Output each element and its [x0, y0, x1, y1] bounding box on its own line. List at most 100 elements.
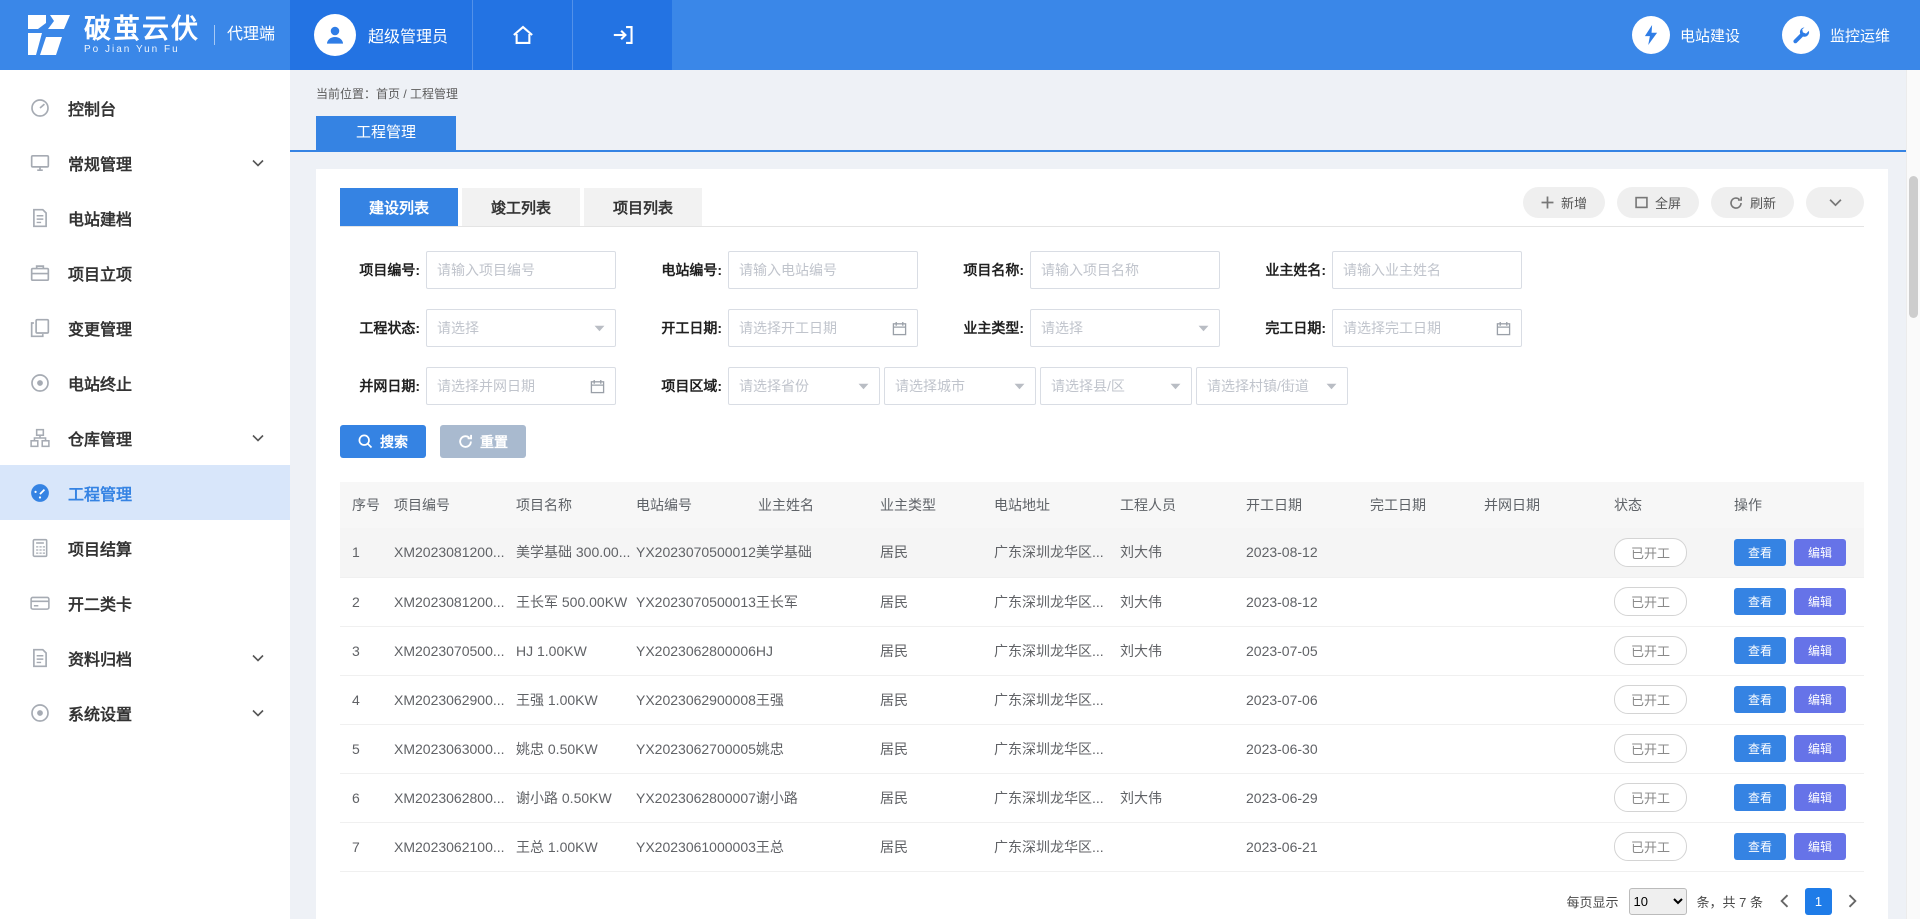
filter-town-select[interactable]: 请选择村镇/街道: [1196, 367, 1348, 405]
col-project-no: 项目编号: [382, 482, 504, 528]
cell-address: 广东深圳龙华区...: [982, 528, 1108, 577]
cell-finish-date: [1358, 675, 1472, 724]
sidebar-item-open-card[interactable]: 开二类卡: [0, 575, 290, 630]
cell-actions: 查看编辑: [1722, 724, 1864, 773]
fullscreen-button[interactable]: 全屏: [1617, 187, 1699, 218]
tab-completed-list[interactable]: 竣工列表: [462, 188, 580, 226]
view-button[interactable]: 查看: [1734, 539, 1786, 566]
scrollbar[interactable]: [1906, 70, 1920, 919]
cell-project-name: 姚忠 0.50KW: [504, 724, 624, 773]
cell-status: 已开工: [1602, 528, 1722, 577]
briefcase-icon: [30, 262, 52, 284]
nav-station-build[interactable]: 电站建设: [1632, 16, 1740, 54]
page-tab-bar: 工程管理: [290, 116, 1906, 152]
cell-engineer: [1108, 675, 1234, 724]
edit-button[interactable]: 编辑: [1794, 588, 1846, 615]
filter-county-select[interactable]: 请选择县/区: [1040, 367, 1192, 405]
col-owner-type: 业主类型: [868, 482, 982, 528]
sidebar-item-general-mgmt[interactable]: 常规管理: [0, 135, 290, 190]
sidebar-item-engineering-mgmt[interactable]: 工程管理: [0, 465, 290, 520]
cell-finish-date: [1358, 577, 1472, 626]
filter-status-select[interactable]: 请选择: [426, 309, 616, 347]
sidebar-item-change-mgmt[interactable]: 变更管理: [0, 300, 290, 355]
edit-button[interactable]: 编辑: [1794, 637, 1846, 664]
sidebar-item-data-archive[interactable]: 资料归档: [0, 630, 290, 685]
chevron-down-icon: [252, 709, 264, 717]
chevron-down-icon: [252, 159, 264, 167]
search-button[interactable]: 搜索: [340, 425, 426, 458]
chevron-down-icon: [594, 325, 605, 332]
breadcrumb-path[interactable]: 首页 / 工程管理: [376, 87, 458, 101]
col-index: 序号: [340, 482, 382, 528]
sidebar-item-project-settlement[interactable]: 项目结算: [0, 520, 290, 575]
refresh-button[interactable]: 刷新: [1711, 187, 1794, 218]
collapse-toolbar-button[interactable]: [1806, 187, 1864, 218]
tab-build-list[interactable]: 建设列表: [340, 188, 458, 226]
nav-monitor-ops[interactable]: 监控运维: [1782, 16, 1890, 54]
panel: 建设列表 竣工列表 项目列表 新增 全屏 刷新: [316, 169, 1888, 919]
view-button[interactable]: 查看: [1734, 735, 1786, 762]
home-button[interactable]: [472, 0, 572, 70]
sidebar-item-label: 系统设置: [68, 701, 252, 725]
prev-page-button[interactable]: [1773, 890, 1795, 912]
view-button[interactable]: 查看: [1734, 637, 1786, 664]
cell-project-name: 王总 1.00KW: [504, 822, 624, 871]
filter-province-select[interactable]: 请选择省份: [728, 367, 880, 405]
sidebar-item-console[interactable]: 控制台: [0, 80, 290, 135]
edit-button[interactable]: 编辑: [1794, 784, 1846, 811]
edit-button[interactable]: 编辑: [1794, 735, 1846, 762]
view-button[interactable]: 查看: [1734, 588, 1786, 615]
filter-finish-date-input[interactable]: 请选择完工日期: [1332, 309, 1522, 347]
edit-button[interactable]: 编辑: [1794, 833, 1846, 860]
sidebar-item-label: 资料归档: [68, 646, 252, 670]
cell-project-no: XM2023081200...: [382, 577, 504, 626]
logout-button[interactable]: [572, 0, 672, 70]
cell-grid-date: [1472, 773, 1602, 822]
filter-station-no-input[interactable]: [728, 251, 918, 289]
page-number-1[interactable]: 1: [1805, 888, 1832, 915]
cell-grid-date: [1472, 675, 1602, 724]
sidebar-item-station-archive[interactable]: 电站建档: [0, 190, 290, 245]
cell-status: 已开工: [1602, 773, 1722, 822]
scrollbar-thumb[interactable]: [1909, 176, 1918, 318]
sidebar-item-warehouse-mgmt[interactable]: 仓库管理: [0, 410, 290, 465]
view-button[interactable]: 查看: [1734, 686, 1786, 713]
filter-project-name-input[interactable]: [1030, 251, 1220, 289]
projects-table: 序号 项目编号 项目名称 电站编号 业主姓名 业主类型 电站地址 工程人员 开工…: [340, 482, 1864, 872]
cell-start-date: 2023-06-29: [1234, 773, 1358, 822]
per-page-select[interactable]: 10: [1629, 888, 1687, 915]
filter-owner-name-input[interactable]: [1332, 251, 1522, 289]
filter-grid-date-input[interactable]: 请选择并网日期: [426, 367, 616, 405]
wrench-icon: [1782, 16, 1820, 54]
sidebar-item-system-settings[interactable]: 系统设置: [0, 685, 290, 740]
user-block: 超级管理员: [290, 0, 672, 70]
filter-owner-type-select[interactable]: 请选择: [1030, 309, 1220, 347]
filter-city-select[interactable]: 请选择城市: [884, 367, 1036, 405]
cell-actions: 查看编辑: [1722, 822, 1864, 871]
view-button[interactable]: 查看: [1734, 784, 1786, 811]
sitemap-icon: [30, 427, 52, 449]
edit-button[interactable]: 编辑: [1794, 686, 1846, 713]
calendar-icon: [1496, 321, 1511, 336]
gauge-icon: [30, 97, 52, 119]
table-row: 2 XM2023081200... 王长军 500.00KW YX2023070…: [340, 577, 1864, 626]
sidebar-item-project-init[interactable]: 项目立项: [0, 245, 290, 300]
filter-start-date-input[interactable]: 请选择开工日期: [728, 309, 918, 347]
cell-index: 3: [340, 626, 382, 675]
tab-project-list[interactable]: 项目列表: [584, 188, 702, 226]
filter-project-no-input[interactable]: [426, 251, 616, 289]
sidebar-item-label: 控制台: [68, 96, 264, 120]
user-menu[interactable]: 超级管理员: [290, 0, 472, 70]
table-row: 4 XM2023062900... 王强 1.00KW YX2023062900…: [340, 675, 1864, 724]
chevron-down-icon: [1326, 383, 1337, 390]
app-title: 破茧云伏: [84, 15, 200, 43]
page-tab-engineering[interactable]: 工程管理: [316, 116, 456, 150]
table-header-row: 序号 项目编号 项目名称 电站编号 业主姓名 业主类型 电站地址 工程人员 开工…: [340, 482, 1864, 528]
breadcrumb-prefix: 当前位置：: [316, 87, 376, 101]
view-button[interactable]: 查看: [1734, 833, 1786, 860]
add-button[interactable]: 新增: [1523, 187, 1605, 218]
sidebar-item-station-terminate[interactable]: 电站终止: [0, 355, 290, 410]
edit-button[interactable]: 编辑: [1794, 539, 1846, 566]
reset-button[interactable]: 重置: [440, 425, 526, 458]
next-page-button[interactable]: [1842, 890, 1864, 912]
